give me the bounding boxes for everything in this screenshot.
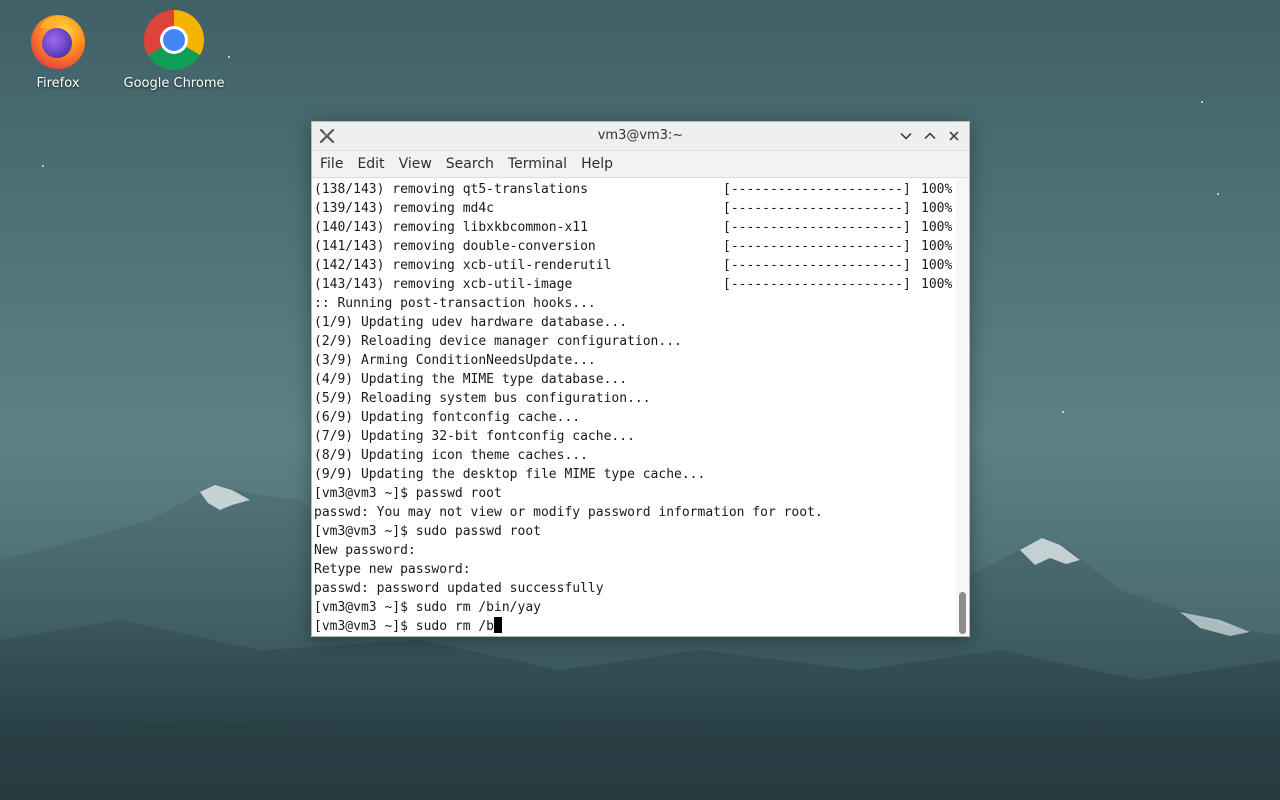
progress-percent: 100% <box>921 277 953 292</box>
menu-help[interactable]: Help <box>575 156 619 172</box>
progress-bar-text: [----------------------] <box>723 258 911 273</box>
menu-file[interactable]: File <box>314 156 349 172</box>
terminal-line: passwd: You may not view or modify passw… <box>314 505 823 520</box>
maximize-button[interactable] <box>920 126 940 146</box>
terminal-line: (2/9) Reloading device manager configura… <box>314 334 682 349</box>
close-button[interactable] <box>944 126 964 146</box>
desktop-icon-google-chrome[interactable]: Google Chrome <box>119 8 229 91</box>
terminal-line: (143/143) removing xcb-util-image <box>314 277 573 292</box>
current-command-input[interactable]: [vm3@vm3 ~]$ sudo rm /b <box>314 619 494 634</box>
progress-bar-text: [----------------------] <box>723 220 911 235</box>
terminal-line: (142/143) removing xcb-util-renderutil <box>314 258 612 273</box>
chevron-up-icon <box>924 132 936 140</box>
terminal-output[interactable]: (138/143) removing qt5-translations [---… <box>312 178 956 636</box>
terminal-scrollbar[interactable] <box>956 178 969 636</box>
text-cursor <box>494 617 503 633</box>
minimize-button[interactable] <box>896 126 916 146</box>
desktop-icon-label: Firefox <box>36 76 80 91</box>
terminal-line: (8/9) Updating icon theme caches... <box>314 448 588 463</box>
terminal-line: (4/9) Updating the MIME type database... <box>314 372 628 387</box>
terminal-prompt-line[interactable]: [vm3@vm3 ~]$ sudo rm /b <box>314 617 503 636</box>
terminal-line: (7/9) Updating 32-bit fontconfig cache..… <box>314 429 635 444</box>
terminal-line: [vm3@vm3 ~]$ sudo rm /bin/yay <box>314 600 541 615</box>
desktop-icon-firefox[interactable]: Firefox <box>3 8 113 91</box>
menu-search[interactable]: Search <box>440 156 500 172</box>
progress-percent: 100% <box>921 239 953 254</box>
progress-bar-text: [----------------------] <box>723 239 911 254</box>
menu-view[interactable]: View <box>393 156 438 172</box>
progress-bar-text: [----------------------] <box>723 201 911 216</box>
chrome-icon <box>142 8 206 72</box>
terminal-line: (138/143) removing qt5-translations <box>314 182 588 197</box>
menu-bar: File Edit View Search Terminal Help <box>312 151 969 178</box>
terminal-line: [vm3@vm3 ~]$ passwd root <box>314 486 502 501</box>
terminal-line: Retype new password: <box>314 562 471 577</box>
window-titlebar[interactable]: vm3@vm3:~ <box>312 122 969 151</box>
progress-percent: 100% <box>921 258 953 273</box>
window-title: vm3@vm3:~ <box>597 128 684 143</box>
terminal-line: (141/143) removing double-conversion <box>314 239 596 254</box>
chevron-down-icon <box>900 132 912 140</box>
progress-percent: 100% <box>921 182 953 197</box>
terminal-line: New password: <box>314 543 416 558</box>
terminal-line: (9/9) Updating the desktop file MIME typ… <box>314 467 706 482</box>
progress-bar-text: [----------------------] <box>723 277 911 292</box>
progress-percent: 100% <box>921 201 953 216</box>
scrollbar-thumb[interactable] <box>959 592 966 634</box>
terminal-line: (1/9) Updating udev hardware database... <box>314 315 628 330</box>
terminal-line: (139/143) removing md4c <box>314 201 495 216</box>
desktop-icon-label: Google Chrome <box>123 76 225 91</box>
terminal-line: :: Running post-transaction hooks... <box>314 296 596 311</box>
menu-terminal[interactable]: Terminal <box>502 156 573 172</box>
terminal-line: [vm3@vm3 ~]$ sudo passwd root <box>314 524 541 539</box>
firefox-icon <box>26 8 90 72</box>
terminal-window[interactable]: vm3@vm3:~ File Edit View Search Terminal… <box>311 121 970 637</box>
terminal-line: (140/143) removing libxkbcommon-x11 <box>314 220 588 235</box>
terminal-line: (5/9) Reloading system bus configuration… <box>314 391 651 406</box>
progress-percent: 100% <box>921 220 953 235</box>
terminal-line: (3/9) Arming ConditionNeedsUpdate... <box>314 353 596 368</box>
terminal-line: (6/9) Updating fontconfig cache... <box>314 410 581 425</box>
close-icon <box>949 131 959 141</box>
menu-edit[interactable]: Edit <box>351 156 390 172</box>
progress-bar-text: [----------------------] <box>723 182 911 197</box>
terminal-line: passwd: password updated successfully <box>314 581 604 596</box>
